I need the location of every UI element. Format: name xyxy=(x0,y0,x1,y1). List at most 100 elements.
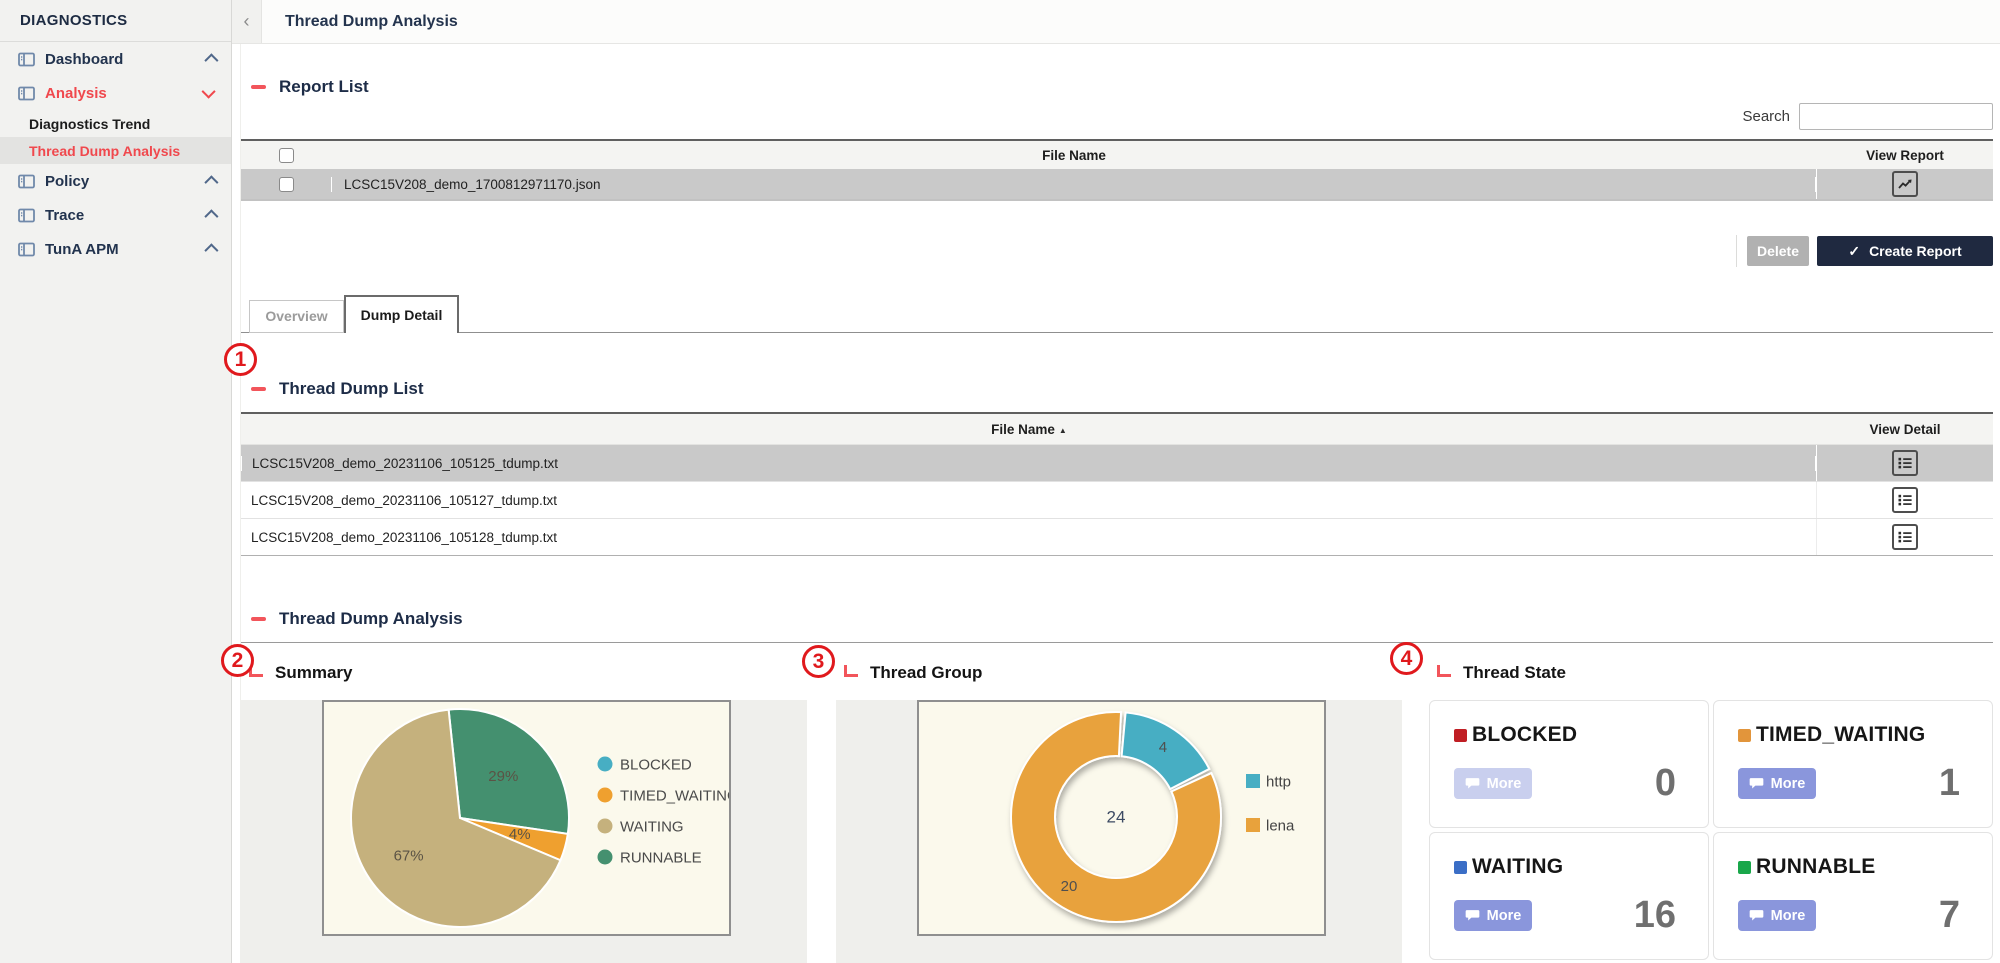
thread-group-title: Thread Group xyxy=(870,663,982,683)
more-button[interactable]: More xyxy=(1454,900,1532,931)
legend-marker-http[interactable] xyxy=(1246,774,1260,788)
column-header-file-name[interactable]: File Name▲ xyxy=(241,422,1817,437)
thread-group-chart-box: 42024httplena xyxy=(917,700,1326,936)
report-table-header: File Name View Report xyxy=(241,141,1993,169)
tab-overview[interactable]: Overview xyxy=(249,300,344,333)
thread-dump-row[interactable]: LCSC15V208_demo_20231106_105128_tdump.tx… xyxy=(241,519,1993,555)
report-file-name: LCSC15V208_demo_1700812971170.json xyxy=(331,177,1816,192)
state-color-square xyxy=(1454,861,1467,874)
dump-file-name: LCSC15V208_demo_20231106_105127_tdump.tx… xyxy=(241,493,1816,508)
tab-bar: Overview Dump Detail xyxy=(241,295,1993,333)
legend-marker-TIMED_WAITING[interactable] xyxy=(598,788,613,803)
report-list-table: File Name View Report LCSC15V208_demo_17… xyxy=(241,139,1993,201)
delete-button[interactable]: Delete xyxy=(1747,236,1809,266)
view-detail-button[interactable] xyxy=(1892,450,1918,476)
svg-text:24: 24 xyxy=(1107,808,1126,827)
more-button[interactable]: More xyxy=(1454,768,1532,799)
legend-marker-WAITING[interactable] xyxy=(598,819,613,834)
svg-text:RUNNABLE: RUNNABLE xyxy=(620,850,702,867)
list-icon xyxy=(1897,530,1913,544)
sidebar-item-tuna-apm[interactable]: TunA APM xyxy=(0,232,231,266)
list-icon xyxy=(1897,493,1913,507)
layout-icon xyxy=(18,52,35,67)
row-checkbox[interactable] xyxy=(279,177,294,192)
chevron-up-icon xyxy=(204,243,218,257)
legend-marker-BLOCKED[interactable] xyxy=(598,757,613,772)
tab-dump-detail[interactable]: Dump Detail xyxy=(344,295,459,333)
more-button[interactable]: More xyxy=(1738,900,1816,931)
select-all-checkbox[interactable] xyxy=(279,148,294,163)
thread-state-card-timed-waiting: TIMED_WAITING More 1 xyxy=(1713,700,1993,828)
line-chart-icon xyxy=(1897,177,1913,191)
sidebar-item-thread-dump-analysis[interactable]: Thread Dump Analysis xyxy=(0,137,231,164)
svg-text:67%: 67% xyxy=(394,848,424,865)
state-color-square xyxy=(1454,729,1467,742)
more-button[interactable]: More xyxy=(1738,768,1816,799)
state-label: WAITING xyxy=(1472,855,1563,879)
report-list-section-header: Report List xyxy=(251,76,369,98)
thread-dump-list-table: File Name▲ View Detail LCSC15V208_demo_2… xyxy=(241,412,1993,556)
corner-icon xyxy=(1437,665,1451,677)
speech-bubble-icon xyxy=(1749,909,1764,922)
report-table-row[interactable]: LCSC15V208_demo_1700812971170.json xyxy=(241,169,1993,199)
svg-text:4: 4 xyxy=(1159,739,1167,756)
thread-state-cards: BLOCKED More 0 TIMED_WAITING xyxy=(1429,700,1993,960)
column-header-view-report: View Report xyxy=(1817,148,1993,163)
search-input[interactable] xyxy=(1799,103,1993,130)
section-title: Report List xyxy=(279,77,369,97)
thread-state-card-waiting: WAITING More 16 xyxy=(1429,832,1709,960)
sidebar-item-dashboard[interactable]: Dashboard xyxy=(0,42,231,76)
sidebar-item-label: Dashboard xyxy=(45,51,205,68)
speech-bubble-icon xyxy=(1465,777,1480,790)
legend-marker-RUNNABLE[interactable] xyxy=(598,850,613,865)
legend-marker-lena[interactable] xyxy=(1246,818,1260,832)
page-title: Thread Dump Analysis xyxy=(285,0,458,44)
dump-file-name: LCSC15V208_demo_20231106_105125_tdump.tx… xyxy=(241,456,1816,471)
annotation-circle-4: 4 xyxy=(1390,642,1423,675)
sidebar-title: DIAGNOSTICS xyxy=(0,0,231,42)
divider xyxy=(1736,235,1737,267)
state-label: TIMED_WAITING xyxy=(1756,723,1925,747)
view-detail-button[interactable] xyxy=(1892,487,1918,513)
thread-group-donut-chart[interactable]: 42024httplena xyxy=(919,702,1324,934)
search-row: Search xyxy=(1742,102,1993,131)
state-color-square xyxy=(1738,729,1751,742)
summary-pie-chart[interactable]: 29%4%67%BLOCKEDTIMED_WAITINGWAITINGRUNNA… xyxy=(324,702,729,934)
view-report-button[interactable] xyxy=(1892,171,1918,197)
summary-chart-box: 29%4%67%BLOCKEDTIMED_WAITINGWAITINGRUNNA… xyxy=(322,700,731,936)
summary-title: Summary xyxy=(275,663,352,683)
column-header-view-detail: View Detail xyxy=(1817,422,1993,437)
section-title: Thread Dump Analysis xyxy=(279,609,463,629)
sidebar-item-diagnostics-trend[interactable]: Diagnostics Trend xyxy=(0,110,231,137)
annotation-circle-2: 2 xyxy=(221,644,254,677)
sidebar-item-policy[interactable]: Policy xyxy=(0,164,231,198)
thread-state-card-blocked: BLOCKED More 0 xyxy=(1429,700,1709,828)
layout-icon xyxy=(18,242,35,257)
svg-text:BLOCKED: BLOCKED xyxy=(620,757,692,774)
back-button[interactable]: ‹ xyxy=(232,0,262,43)
sidebar-item-label: Analysis xyxy=(45,85,205,102)
thread-group-section: Thread Group 42024httplena xyxy=(836,658,1402,963)
report-actions: Delete ✓ Create Report xyxy=(1736,236,1993,266)
state-label: RUNNABLE xyxy=(1756,855,1875,879)
section-dash-icon xyxy=(251,85,266,89)
thread-dump-row[interactable]: LCSC15V208_demo_20231106_105125_tdump.tx… xyxy=(241,445,1993,482)
sidebar: DIAGNOSTICS Dashboard Analysis Diagnosti… xyxy=(0,0,232,963)
thread-state-title: Thread State xyxy=(1463,663,1566,683)
thread-group-panel: 42024httplena xyxy=(836,700,1402,963)
sidebar-item-trace[interactable]: Trace xyxy=(0,198,231,232)
view-detail-button[interactable] xyxy=(1892,524,1918,550)
column-header-file-name[interactable]: File Name xyxy=(331,148,1817,163)
state-count: 0 xyxy=(1655,762,1676,805)
create-report-button[interactable]: ✓ Create Report xyxy=(1817,236,1993,266)
thread-dump-analysis-page: DIAGNOSTICS Dashboard Analysis Diagnosti… xyxy=(0,0,2000,963)
layout-icon xyxy=(18,86,35,101)
state-count: 16 xyxy=(1634,894,1676,937)
state-count: 7 xyxy=(1939,894,1960,937)
state-count: 1 xyxy=(1939,762,1960,805)
sidebar-item-analysis[interactable]: Analysis xyxy=(0,76,231,110)
state-label: BLOCKED xyxy=(1472,723,1577,747)
thread-dump-row[interactable]: LCSC15V208_demo_20231106_105127_tdump.tx… xyxy=(241,482,1993,519)
sidebar-item-label: Trace xyxy=(45,207,205,224)
section-divider xyxy=(241,642,1993,643)
